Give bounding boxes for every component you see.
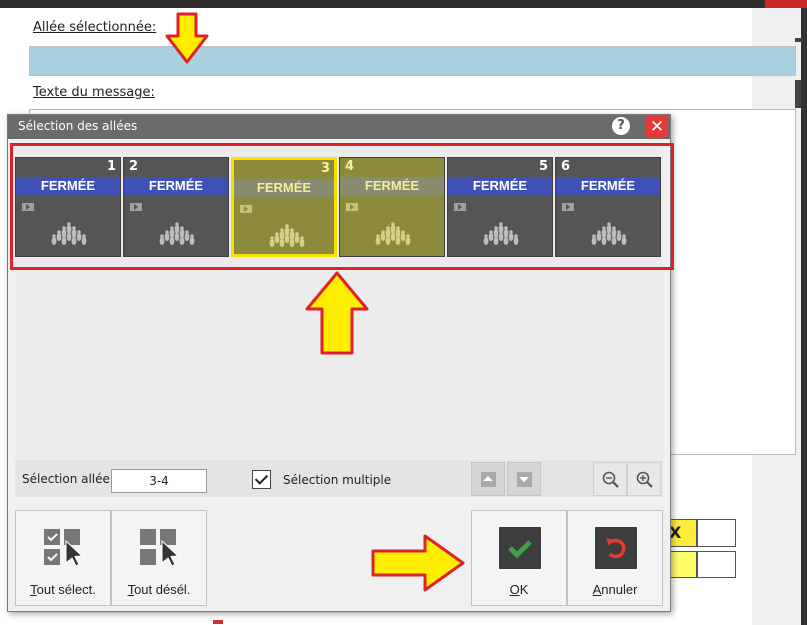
select-all-icon [44,529,84,567]
lane-status: FERMÉE [340,177,444,195]
background-scrollbar[interactable] [801,8,807,625]
multi-selection-label: Sélection multiple [283,473,392,487]
lane-status: FERMÉE [16,177,120,195]
background-mark [213,620,223,624]
lane-number: 1 [106,159,116,174]
check-icon [499,527,541,569]
lane-number: 5 [538,159,548,174]
zoom-in-button[interactable] [627,462,661,496]
deselect-all-label: Tout désél. [127,582,191,597]
grid-cell[interactable] [697,519,736,547]
lane-selection-dialog: Sélection des allées ? ✕ 1 FERMÉE 2 FERMÉE 3… [7,114,671,612]
select-all-button[interactable]: Tout sélect. [15,510,111,606]
bowling-pins-icon [591,222,627,245]
lanes-panel: 1 FERMÉE 2 FERMÉE 3 FERMÉE 4 FERMÉE 5 FERMÉE 6 FERM… [15,147,663,459]
selection-lane-label: Sélection allée [22,472,110,486]
lane-status: FERMÉE [556,177,660,195]
zoom-out-icon [602,471,619,488]
lane-tile[interactable]: 4 FERMÉE [339,157,445,257]
play-icon [240,205,252,213]
dialog-title: Sélection des allées [18,119,138,133]
lane-number: 3 [320,161,330,176]
bowling-pins-icon [159,222,195,245]
lane-number: 2 [129,159,139,174]
deselect-all-button[interactable]: Tout désél. [111,510,207,606]
zoom-in-icon [636,471,653,488]
lane-number: 6 [561,159,571,174]
lanes-row: 1 FERMÉE 2 FERMÉE 3 FERMÉE 4 FERMÉE 5 FERMÉE 6 FERM… [15,157,663,257]
bowling-pins-icon [375,222,411,245]
select-all-label: Tout sélect. [30,582,96,597]
lane-tile[interactable]: 1 FERMÉE [15,157,121,257]
top-title-bar [0,0,807,8]
lane-tile[interactable]: 5 FERMÉE [447,157,553,257]
lane-number: 4 [345,159,355,174]
top-close-strip [765,0,807,8]
cancel-label: Annuler [592,582,638,597]
allee-selected-label: Allée sélectionnée: [33,20,156,35]
allee-selected-field[interactable] [29,46,796,76]
selection-toolbar: Sélection allée 3-4 Sélection multiple [15,460,663,497]
ok-label: OK [509,582,529,597]
background-mark [795,38,801,42]
ok-button[interactable]: OK [471,510,567,606]
lane-tile[interactable]: 2 FERMÉE [123,157,229,257]
scroll-down-button[interactable] [507,462,541,496]
lane-status: FERMÉE [124,177,228,195]
background-mark [795,80,801,108]
message-text-label: Texte du message: [33,85,155,100]
undo-icon [595,527,637,569]
play-icon [562,203,574,211]
dialog-title-bar[interactable]: Sélection des allées ? ✕ [8,115,670,139]
multi-selection-checkbox[interactable] [252,470,271,489]
play-icon [22,203,34,211]
play-icon [346,203,358,211]
allee-label-text: Allée sélectionnée: [33,20,157,35]
lane-status: FERMÉE [234,179,334,197]
lane-tile[interactable]: 6 FERMÉE [555,157,661,257]
selection-lane-input[interactable]: 3-4 [111,469,207,493]
bowling-pins-icon [483,222,519,245]
help-icon[interactable]: ? [612,117,630,135]
lane-tile[interactable]: 3 FERMÉE [231,157,337,257]
grid-cell[interactable] [697,551,736,578]
scroll-up-button[interactable] [471,462,505,496]
play-icon [130,203,142,211]
close-icon[interactable]: ✕ [646,116,668,138]
zoom-out-button[interactable] [593,462,627,496]
texte-label-text: Texte du message: [33,85,155,100]
chevron-down-icon [517,472,532,487]
cancel-button[interactable]: Annuler [567,510,663,606]
bowling-pins-icon [51,222,87,245]
deselect-all-icon [140,529,180,567]
lane-status: FERMÉE [448,177,552,195]
chevron-up-icon [481,472,496,487]
play-icon [454,203,466,211]
bowling-pins-icon [269,224,305,247]
